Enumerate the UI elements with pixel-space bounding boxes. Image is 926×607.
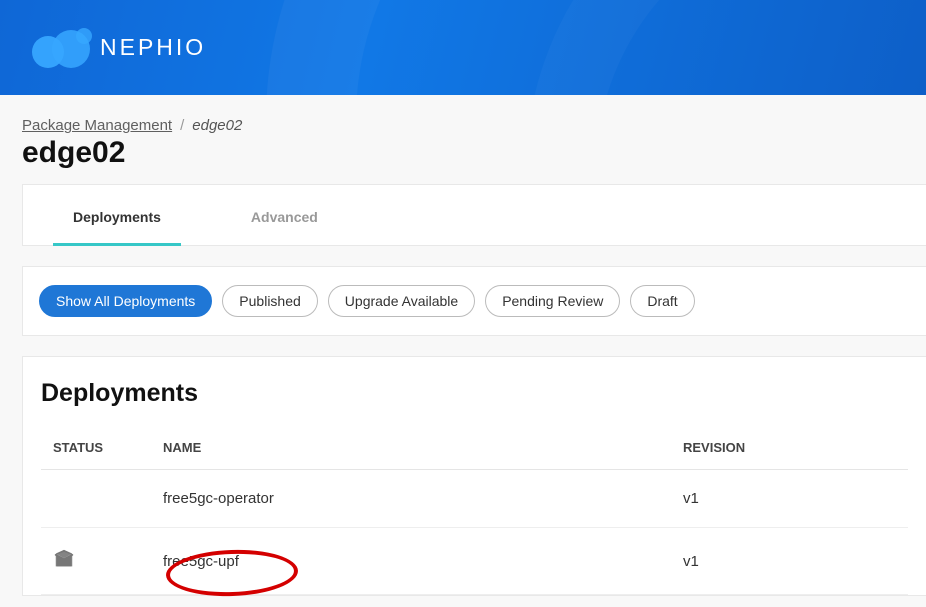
filter-draft[interactable]: Draft [630, 285, 694, 317]
deployments-heading: Deployments [41, 379, 908, 408]
logo-mark-icon [24, 28, 90, 68]
breadcrumb: Package Management / edge02 [22, 117, 926, 134]
tabs: Deployments Advanced [23, 185, 926, 245]
tab-advanced[interactable]: Advanced [231, 185, 338, 245]
table-row[interactable]: free5gc-upf v1 [41, 528, 908, 595]
tabs-panel: Deployments Advanced [22, 184, 926, 246]
status-cell [41, 470, 151, 528]
page-title: edge02 [22, 136, 926, 170]
filter-published[interactable]: Published [222, 285, 318, 317]
column-header-status[interactable]: STATUS [41, 426, 151, 470]
brand-name: NEPHIO [100, 34, 206, 61]
revision-cell: v1 [671, 470, 908, 528]
filters-panel: Show All Deployments Published Upgrade A… [22, 266, 926, 336]
filter-upgrade-available[interactable]: Upgrade Available [328, 285, 475, 317]
table-row[interactable]: free5gc-operator v1 [41, 470, 908, 528]
filter-pending-review[interactable]: Pending Review [485, 285, 620, 317]
app-header: NEPHIO [0, 0, 926, 95]
column-header-name[interactable]: NAME [151, 426, 671, 470]
name-cell: free5gc-upf [151, 528, 671, 595]
breadcrumb-current: edge02 [192, 117, 242, 134]
status-cell [41, 528, 151, 595]
brand-logo[interactable]: NEPHIO [24, 28, 206, 68]
column-header-revision[interactable]: REVISION [671, 426, 908, 470]
deployments-panel: Deployments STATUS NAME REVISION free5gc… [22, 356, 926, 596]
filter-show-all[interactable]: Show All Deployments [39, 285, 212, 317]
revision-cell: v1 [671, 528, 908, 595]
filter-pills: Show All Deployments Published Upgrade A… [35, 285, 914, 317]
breadcrumb-parent-link[interactable]: Package Management [22, 117, 172, 134]
draft-open-icon [53, 548, 75, 570]
tab-deployments[interactable]: Deployments [53, 185, 181, 245]
name-cell: free5gc-operator [151, 470, 671, 528]
deployments-table: STATUS NAME REVISION free5gc-operator v1 [41, 426, 908, 595]
breadcrumb-separator: / [180, 117, 184, 134]
